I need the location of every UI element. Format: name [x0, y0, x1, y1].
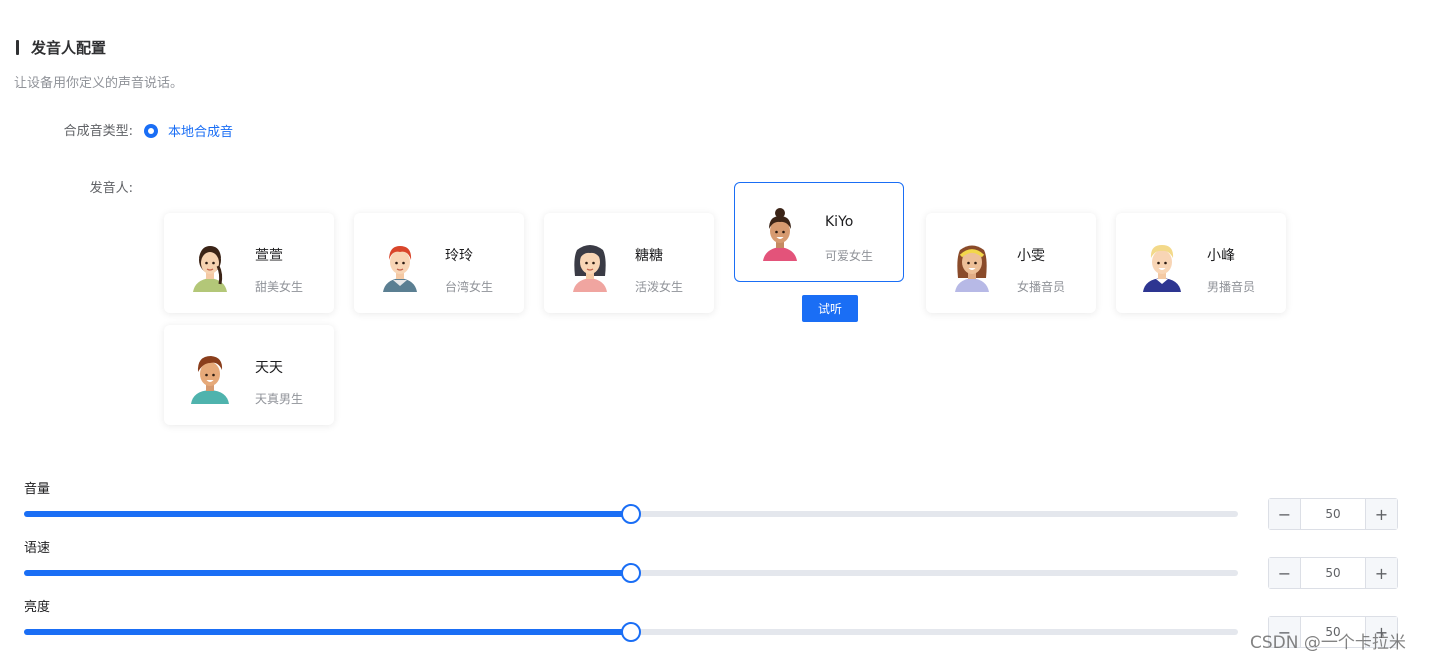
speaker-card-tiantian[interactable]: 天天 天真男生 [164, 325, 334, 425]
speaker-card-tangtang[interactable]: 糖糖 活泼女生 [544, 213, 714, 313]
volume-slider[interactable] [24, 504, 1238, 524]
page-title: 发音人配置 [31, 38, 107, 57]
listen-button[interactable]: 试听 [802, 295, 858, 322]
speaker-desc: 可爱女生 [825, 249, 874, 263]
speaker-card-xiaowen[interactable]: 小雯 女播音员 [926, 213, 1096, 313]
speaker-name: 小雯 [1017, 248, 1045, 264]
speaker-name: KiYo [825, 214, 854, 230]
speaker-desc: 台湾女生 [445, 280, 494, 294]
volume-input[interactable] [1301, 499, 1365, 529]
speed-slider-thumb[interactable] [621, 563, 641, 583]
speed-stepper[interactable]: − + [1268, 557, 1398, 589]
csdn-watermark: CSDN @一个卡拉米 [1250, 633, 1406, 653]
brightness-label: 亮度 [24, 600, 51, 615]
boy-brown-hair-avatar [191, 356, 229, 404]
speaker-label: 发音人: [89, 181, 133, 196]
local-synth-radio[interactable]: 本地合成音 [144, 121, 233, 140]
speaker-card-kiyo[interactable]: KiYo 可爱女生 [734, 182, 904, 282]
radio-label: 本地合成音 [168, 125, 234, 140]
volume-stepper[interactable]: − + [1268, 498, 1398, 530]
speaker-desc: 女播音员 [1017, 280, 1066, 294]
speaker-card-lingling[interactable]: 玲玲 台湾女生 [354, 213, 524, 313]
speaker-card-xiaofeng[interactable]: 小峰 男播音员 [1116, 213, 1286, 313]
brightness-slider-thumb[interactable] [621, 622, 641, 642]
brightness-slider-fill [24, 629, 631, 635]
speed-slider[interactable] [24, 563, 1238, 583]
speed-input[interactable] [1301, 558, 1365, 588]
speaker-desc: 天真男生 [255, 392, 304, 406]
speed-slider-fill [24, 570, 631, 576]
synth-type-label: 合成音类型: [63, 124, 133, 139]
speaker-desc: 活泼女生 [635, 280, 684, 294]
speaker-name: 萱萱 [255, 248, 283, 264]
girl-headband-avatar [955, 245, 989, 292]
speed-label: 语速 [24, 541, 51, 556]
section-title: 发音人配置 [16, 37, 106, 57]
radio-checked-icon [144, 123, 158, 138]
girl-long-black-hair-avatar [573, 245, 607, 292]
boy-blonde-avatar [1143, 245, 1181, 292]
speaker-name: 天天 [255, 360, 283, 376]
speaker-name: 玲玲 [445, 248, 473, 264]
speaker-name: 小峰 [1207, 248, 1235, 264]
page-subtitle: 让设备用你定义的声音说话。 [14, 76, 184, 91]
speed-decrease-button[interactable]: − [1269, 558, 1301, 588]
title-accent-bar [16, 39, 19, 55]
speaker-desc: 甜美女生 [255, 280, 304, 294]
volume-slider-thumb[interactable] [621, 504, 641, 524]
volume-increase-button[interactable]: + [1365, 499, 1397, 529]
girl-braid-avatar [193, 246, 227, 292]
speaker-card-xuanxuan[interactable]: 萱萱 甜美女生 [164, 213, 334, 313]
volume-slider-fill [24, 511, 631, 517]
volume-label: 音量 [24, 482, 51, 497]
girl-red-hair-avatar [383, 246, 417, 292]
brightness-slider[interactable] [24, 622, 1238, 642]
volume-decrease-button[interactable]: − [1269, 499, 1301, 529]
girl-bun-avatar [763, 208, 797, 261]
speed-increase-button[interactable]: + [1365, 558, 1397, 588]
speaker-desc: 男播音员 [1207, 280, 1256, 294]
speaker-name: 糖糖 [635, 248, 663, 264]
